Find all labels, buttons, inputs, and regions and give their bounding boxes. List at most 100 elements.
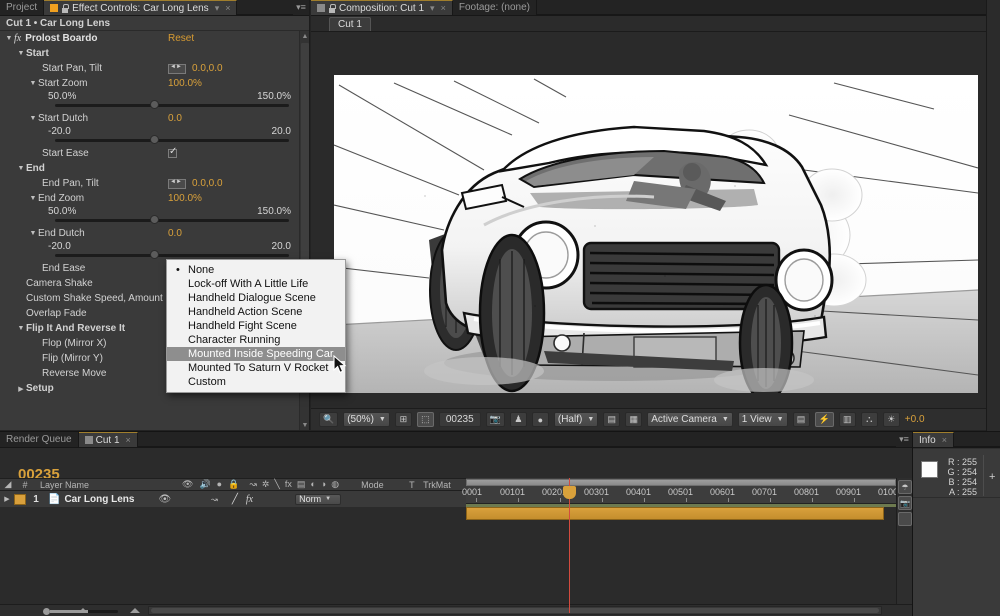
prop-value[interactable]: 0.0,0.0 [192, 63, 223, 74]
eye-icon[interactable]: 👁 [158, 494, 171, 505]
disclosure-triangle-collapsed-icon[interactable]: ▶ [16, 385, 26, 393]
horizontal-scrollbar[interactable] [148, 606, 882, 615]
slider-start-zoom[interactable]: 50.0% 150.0% [0, 91, 299, 109]
prop-end-dutch[interactable]: ▼ End Dutch 0.0 [0, 226, 299, 241]
shy-icon[interactable]: ↝ [249, 479, 257, 490]
prop-start-zoom[interactable]: ▼ Start Zoom 100.0% [0, 76, 299, 91]
chevron-down-icon[interactable]: ▾ [430, 3, 435, 14]
timeline-tracks[interactable] [466, 504, 896, 604]
fast-preview-icon[interactable]: ⚡ [815, 412, 834, 427]
shy-icon[interactable]: ↝ [211, 495, 218, 504]
current-time-indicator[interactable] [569, 478, 570, 613]
zoom-level-dropdown[interactable]: (50%) ▼ [343, 412, 390, 427]
tab-dropdown-icon[interactable]: ▾ [215, 3, 220, 14]
scrollbar-thumb[interactable] [301, 43, 309, 293]
disclosure-triangle-icon[interactable]: ▼ [4, 35, 14, 42]
point-control-icon[interactable] [168, 64, 186, 74]
tab-cut-1[interactable]: Cut 1 × [79, 432, 138, 447]
exposure-value[interactable]: +0.0 [905, 414, 925, 425]
prop-start-dutch[interactable]: ▼ Start Dutch 0.0 [0, 111, 299, 126]
menu-item-handheld-dialogue[interactable]: Handheld Dialogue Scene [167, 291, 345, 305]
panel-menu-icon[interactable]: ▾≡ [293, 0, 309, 15]
motion-blur-icon[interactable]: ◐ [310, 479, 315, 490]
prop-value[interactable]: 0.0,0.0 [192, 178, 223, 189]
checkbox-start-ease[interactable] [168, 149, 177, 158]
menu-item-handheld-fight[interactable]: Handheld Fight Scene [167, 319, 345, 333]
menu-item-mounted-saturn-v[interactable]: Mounted To Saturn V Rocket [167, 361, 345, 375]
grid-icon[interactable]: ▦ [625, 412, 642, 427]
fx-icon[interactable]: fx [246, 494, 253, 505]
eye-icon[interactable]: 👁 [182, 479, 193, 490]
scrollbar-thumb[interactable] [151, 608, 879, 613]
panel-menu-icon[interactable]: ▾≡ [896, 432, 912, 447]
subtab-cut-1[interactable]: Cut 1 [329, 17, 371, 31]
menu-item-custom[interactable]: Custom [167, 375, 345, 389]
prop-start-ease[interactable]: Start Ease [0, 146, 299, 161]
prop-start-pan-tilt[interactable]: Start Pan, Tilt 0.0,0.0 [0, 61, 299, 76]
zoom-in-icon[interactable] [130, 608, 140, 613]
adjustment-icon[interactable]: ◑ [321, 479, 326, 490]
quality-icon[interactable]: ╱ [232, 494, 238, 505]
slider-end-zoom[interactable]: 50.0% 150.0% [0, 206, 299, 224]
disclosure-triangle-icon[interactable]: ▼ [28, 115, 38, 122]
camera-icon[interactable]: 📷 [898, 496, 912, 510]
layer-mode-dropdown[interactable]: Norm ▼ [295, 494, 341, 505]
layer-disclosure-icon[interactable]: ▶ [0, 495, 14, 503]
prop-value[interactable]: 0.0 [168, 228, 182, 239]
close-icon[interactable]: × [225, 3, 230, 13]
render-toggle-icon[interactable]: ▤ [793, 412, 810, 427]
resolution-dropdown[interactable]: (Half) ▼ [554, 412, 598, 427]
playhead-handle[interactable] [563, 486, 576, 499]
camera-icon[interactable]: 📷 [486, 412, 505, 427]
region-of-interest-icon[interactable]: ⊞ [395, 412, 412, 427]
disclosure-triangle-icon[interactable]: ▼ [28, 230, 38, 237]
scroll-thumb[interactable] [898, 512, 912, 526]
tab-effect-controls[interactable]: Effect Controls: Car Long Lens ▾ × [44, 0, 237, 15]
timeline-side-toolbar[interactable]: ☂ 📷 [896, 478, 912, 604]
magnify-icon[interactable]: 🔍 [319, 412, 338, 427]
disclosure-triangle-icon[interactable]: ▼ [28, 195, 38, 202]
transparency-grid-icon[interactable]: ▤ [603, 412, 620, 427]
threed-icon[interactable]: ◍ [331, 479, 339, 490]
menu-item-character-running[interactable]: Character Running [167, 333, 345, 347]
audio-icon[interactable]: 🔊 [199, 479, 210, 490]
group-end[interactable]: ▼ End [0, 161, 299, 176]
exposure-icon[interactable]: ☀ [883, 412, 900, 427]
tab-composition[interactable]: Composition: Cut 1 ▾ × [311, 0, 453, 15]
slider-track[interactable] [55, 219, 289, 222]
effect-header-row[interactable]: ▼ fx Prolost Boardo Reset [0, 31, 299, 46]
fx-icon[interactable]: fx [285, 479, 292, 490]
slider-track[interactable] [55, 254, 289, 257]
group-start[interactable]: ▼ Start [0, 46, 299, 61]
timeline-ruler[interactable]: 0001 00101 00201 00301 00401 00501 00601… [466, 478, 896, 504]
slider-knob[interactable] [150, 250, 159, 259]
timeline-icon[interactable]: ▥ [839, 412, 856, 427]
scroll-down-icon[interactable]: ▼ [300, 420, 310, 430]
zoom-knob[interactable] [43, 608, 50, 615]
camera-shake-preset-menu[interactable]: • None Lock-off With A Little Life Handh… [166, 259, 346, 393]
slider-end-dutch[interactable]: -20.0 20.0 [0, 241, 299, 259]
disclosure-triangle-icon[interactable]: ▼ [16, 325, 26, 332]
prop-value[interactable]: 0.0 [168, 113, 182, 124]
frame-blend-icon[interactable]: ▤ [297, 479, 306, 490]
composition-viewer[interactable] [311, 32, 1000, 408]
slider-track[interactable] [55, 104, 289, 107]
disclosure-triangle-icon[interactable]: ▼ [16, 165, 26, 172]
menu-item-mounted-inside-speeding-car[interactable]: Mounted Inside Speeding Car [167, 347, 345, 361]
slider-start-dutch[interactable]: -20.0 20.0 [0, 126, 299, 144]
tab-render-queue[interactable]: Render Queue [0, 432, 79, 447]
prop-value[interactable]: 100.0% [168, 78, 202, 89]
disclosure-triangle-icon[interactable]: ▼ [28, 80, 38, 87]
layer-name[interactable]: Car Long Lens [64, 494, 134, 505]
table-row[interactable]: ▶ 1 📄 Car Long Lens 👁 ↝ ╱ fx Norm ▼ [0, 491, 466, 507]
menu-item-lock-off[interactable]: Lock-off With A Little Life [167, 277, 345, 291]
slider-knob[interactable] [150, 100, 159, 109]
layer-duration-bar[interactable] [466, 507, 884, 520]
quality-icon[interactable]: ╲ [274, 479, 279, 490]
layer-color-swatch[interactable] [14, 494, 26, 505]
slider-knob[interactable] [150, 135, 159, 144]
tab-footage[interactable]: Footage: (none) [453, 0, 537, 15]
zoom-out-icon[interactable] [78, 608, 88, 613]
solo-icon[interactable]: ● [217, 479, 222, 490]
prop-end-pan-tilt[interactable]: End Pan, Tilt 0.0,0.0 [0, 176, 299, 191]
